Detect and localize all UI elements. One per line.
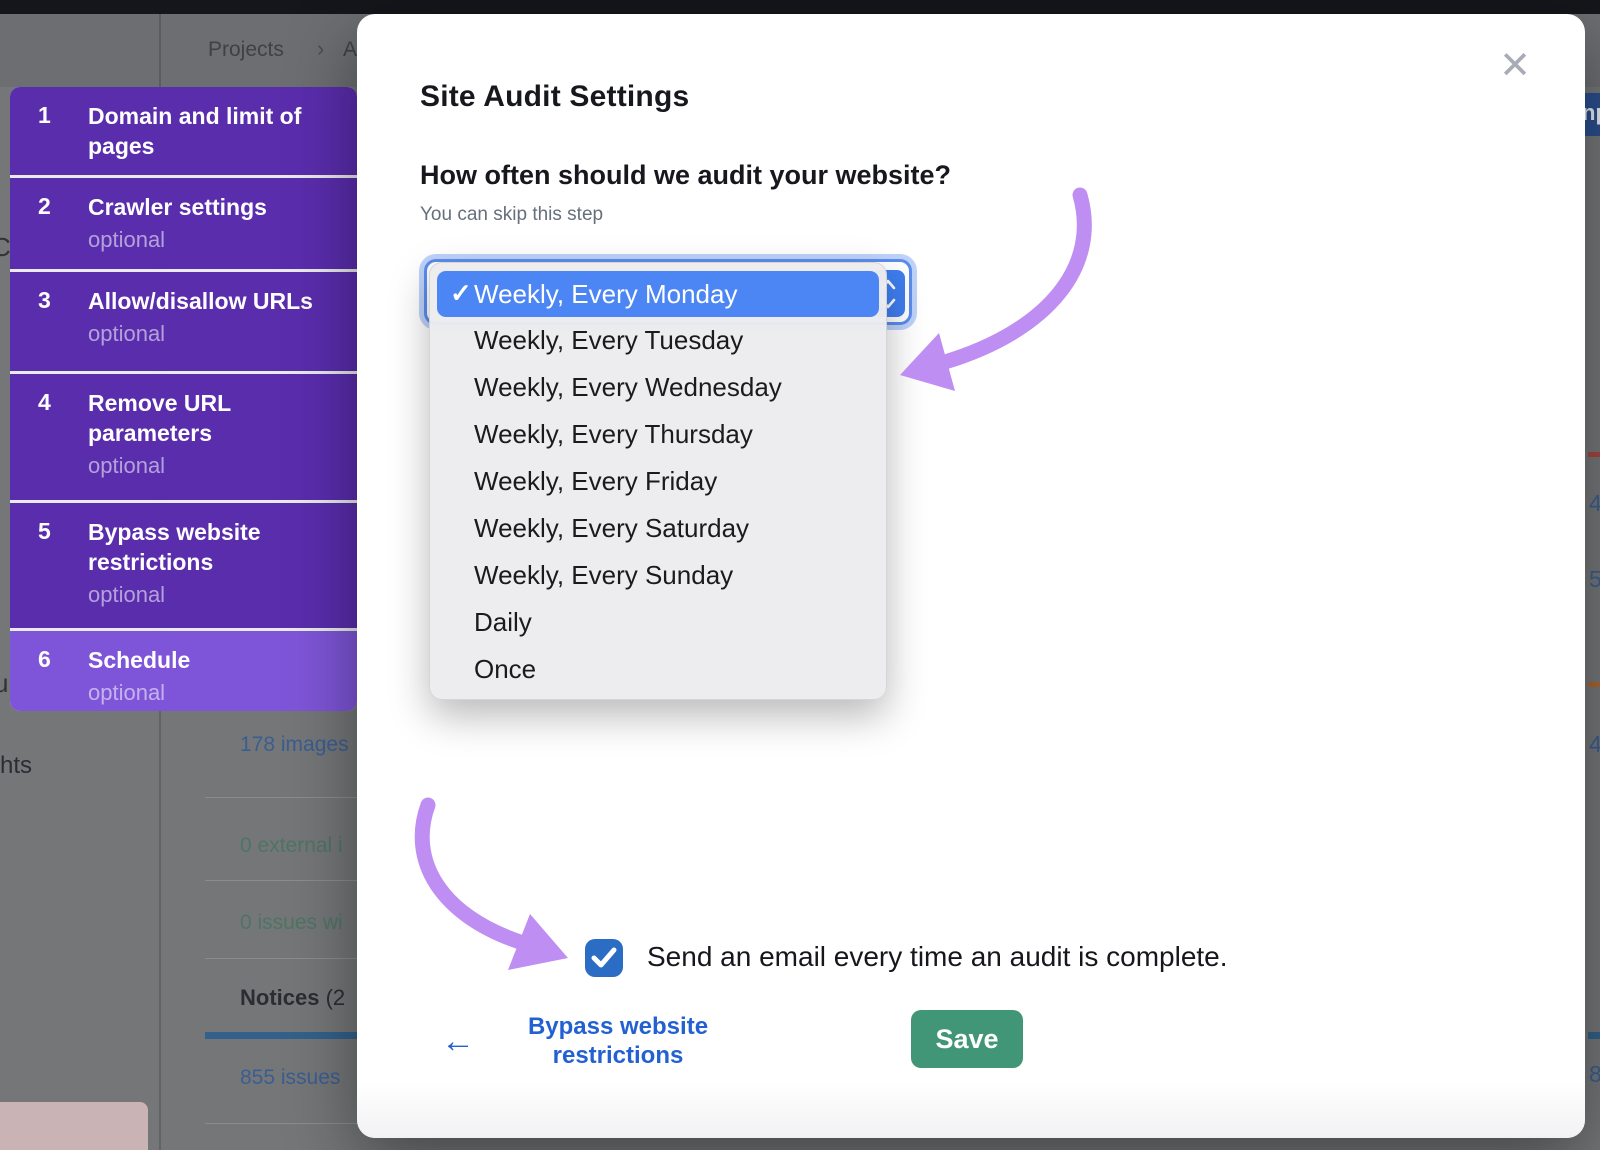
selected-check-icon: ✓: [450, 278, 472, 309]
send-email-checkbox[interactable]: [585, 939, 623, 977]
close-icon[interactable]: ✕: [1493, 44, 1537, 88]
menu-option-once[interactable]: Once: [430, 646, 886, 693]
menu-option-label: Once: [474, 654, 536, 685]
bg-clipped-text-hts: hts: [0, 752, 32, 780]
menu-option-label: Weekly, Every Saturday: [474, 513, 749, 544]
bg-num-4a: 4: [1589, 490, 1600, 517]
menu-option-daily[interactable]: Daily: [430, 599, 886, 646]
wizard-steps-panel: 1 Domain and limit of pages 2 Crawler se…: [10, 87, 357, 711]
bg-text-notices-bold: Notices: [240, 985, 319, 1010]
modal-title: Site Audit Settings: [420, 80, 689, 114]
step-crawler-settings[interactable]: 2 Crawler settings optional: [10, 178, 357, 269]
breadcrumb-clipped: A: [343, 38, 357, 62]
save-button[interactable]: Save: [911, 1010, 1023, 1068]
bg-num-8: 8: [1589, 1061, 1600, 1088]
step-title: Allow/disallow URLs: [88, 286, 320, 316]
menu-option-weekly-thursday[interactable]: Weekly, Every Thursday: [430, 411, 886, 458]
menu-option-label: Weekly, Every Sunday: [474, 560, 733, 591]
step-domain-and-limit[interactable]: 1 Domain and limit of pages: [10, 87, 357, 175]
back-arrow-icon[interactable]: ←: [441, 1022, 475, 1061]
step-title: Domain and limit of pages: [88, 101, 320, 161]
modal-bottom-fade: [357, 1080, 1585, 1138]
bg-link-855-issues[interactable]: 855 issues: [240, 1066, 340, 1090]
screen: Projects › A C u hts 178 images 0 extern…: [0, 0, 1600, 1150]
checkbox-check-icon: [591, 947, 617, 969]
step-title: Crawler settings: [88, 192, 320, 222]
step-number: 1: [38, 102, 51, 129]
menu-option-label: Weekly, Every Thursday: [474, 419, 753, 450]
bg-blue-line: [1588, 1032, 1600, 1039]
step-remove-url-parameters[interactable]: 4 Remove URL parameters optional: [10, 374, 357, 500]
menu-option-weekly-saturday[interactable]: Weekly, Every Saturday: [430, 505, 886, 552]
bg-row-separator: [205, 958, 360, 959]
menu-option-weekly-tuesday[interactable]: Weekly, Every Tuesday: [430, 317, 886, 364]
step-optional-label: optional: [88, 582, 320, 608]
step-optional-label: optional: [88, 680, 320, 706]
bg-text-0-external: 0 external i: [240, 834, 343, 858]
site-audit-settings-modal: ✕ Site Audit Settings How often should w…: [357, 14, 1585, 1138]
bg-row-separator: [205, 797, 360, 798]
breadcrumb-projects[interactable]: Projects: [208, 38, 284, 62]
bg-orange-line: [1588, 682, 1600, 687]
skip-hint: You can skip this step: [420, 204, 603, 226]
step-schedule-active[interactable]: 6 Schedule optional: [10, 631, 357, 711]
schedule-question: How often should we audit your website?: [420, 160, 951, 191]
step-number: 2: [38, 193, 51, 220]
step-allow-disallow-urls[interactable]: 3 Allow/disallow URLs optional: [10, 272, 357, 371]
bg-red-line: [1588, 452, 1600, 457]
bg-clipped-blue-button-text: np: [1584, 100, 1600, 126]
menu-option-weekly-sunday[interactable]: Weekly, Every Sunday: [430, 552, 886, 599]
menu-option-label: Weekly, Every Wednesday: [474, 372, 782, 403]
menu-option-label: Weekly, Every Tuesday: [474, 325, 743, 356]
breadcrumb-chevron-icon: ›: [317, 36, 324, 62]
step-optional-label: optional: [88, 321, 320, 347]
menu-option-weekly-friday[interactable]: Weekly, Every Friday: [430, 458, 886, 505]
step-title: Bypass website restrictions: [88, 517, 320, 577]
step-title: Remove URL parameters: [88, 388, 320, 448]
bg-row-separator: [205, 880, 360, 881]
bg-pink-panel: [0, 1102, 148, 1150]
step-optional-label: optional: [88, 453, 320, 479]
send-email-label: Send an email every time an audit is com…: [647, 941, 1228, 973]
bg-num-5: 5: [1589, 566, 1600, 593]
bg-text-notices: Notices (2: [240, 985, 345, 1011]
menu-option-label: Weekly, Every Monday: [474, 279, 737, 310]
bg-clipped-blue-button: np: [1584, 93, 1600, 136]
step-bypass-website-restrictions[interactable]: 5 Bypass website restrictions optional: [10, 503, 357, 628]
bg-num-4b: 4: [1589, 731, 1600, 758]
step-number: 4: [38, 389, 51, 416]
step-number: 6: [38, 646, 51, 673]
bg-row-separator: [205, 1123, 360, 1124]
menu-option-label: Weekly, Every Friday: [474, 466, 717, 497]
menu-option-weekly-monday[interactable]: ✓ Weekly, Every Monday: [437, 271, 879, 317]
step-title: Schedule: [88, 645, 320, 675]
menu-option-label: Daily: [474, 607, 532, 638]
bg-text-notices-count: (2: [319, 985, 345, 1010]
browser-top-bar: [0, 0, 1600, 14]
bg-section-accent-bar: [205, 1032, 360, 1039]
menu-option-weekly-wednesday[interactable]: Weekly, Every Wednesday: [430, 364, 886, 411]
step-number: 3: [38, 287, 51, 314]
bg-text-0-issues: 0 issues wi: [240, 911, 343, 935]
step-number: 5: [38, 518, 51, 545]
bg-link-178-images[interactable]: 178 images: [240, 733, 349, 757]
step-optional-label: optional: [88, 227, 320, 253]
frequency-dropdown-menu: ✓ Weekly, Every Monday Weekly, Every Tue…: [429, 262, 887, 700]
bg-clipped-text-u: u: [0, 668, 8, 699]
bypass-website-restrictions-link[interactable]: Bypass website restrictions: [512, 1012, 724, 1070]
